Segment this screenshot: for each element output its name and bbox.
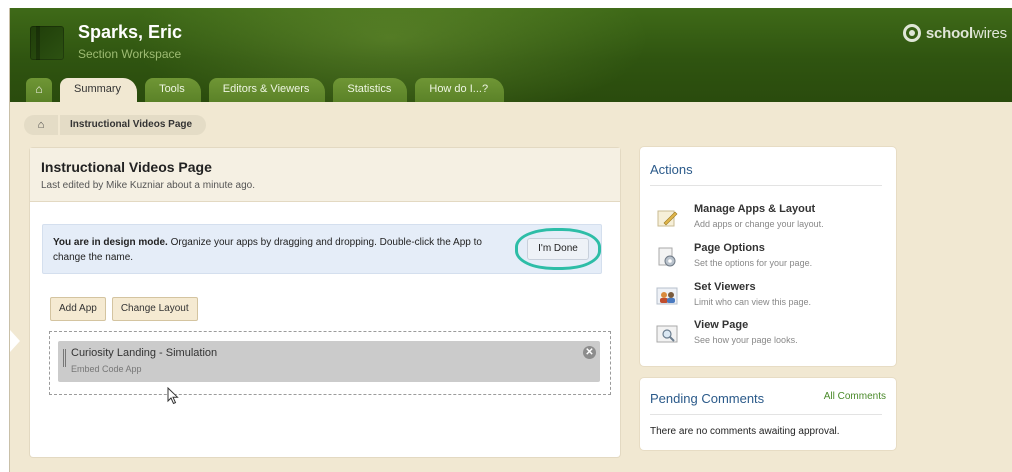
all-comments-link[interactable]: All Comments [824,391,886,402]
app-title: Curiosity Landing - Simulation [71,347,218,359]
pending-comments-title: Pending Comments [650,391,765,406]
site-name: Sparks, Eric [78,22,183,42]
action-manage-apps[interactable]: Manage Apps & Layout Add apps or change … [656,203,886,239]
divider [650,185,882,186]
action-title: Page Options [694,242,765,254]
app-frame: Sparks, Eric Section Workspace schoolwir… [9,8,1012,472]
left-panel-toggle[interactable] [10,330,20,352]
drag-handle-icon[interactable] [63,349,66,367]
change-layout-button[interactable]: Change Layout [111,297,198,321]
tab-editors-viewers[interactable]: Editors & Viewers [208,78,326,102]
home-icon: ⌂ [37,119,45,131]
app-button-row: Add App Change Layout [50,297,198,321]
design-mode-notice: You are in design mode. Organize your ap… [42,224,602,274]
app-type: Embed Code App [71,364,142,374]
breadcrumb-current[interactable]: Instructional Videos Page [60,115,207,135]
brand-text: schoolwires [926,25,1007,42]
app-item[interactable]: Curiosity Landing - Simulation Embed Cod… [58,341,600,382]
tab-bar: ⌂ Summary Tools Editors & Viewers Statis… [26,78,505,102]
action-title: Set Viewers [694,281,756,293]
action-page-options[interactable]: Page Options Set the options for your pa… [656,242,886,278]
no-comments-text: There are no comments awaiting approval. [650,426,840,437]
breadcrumb-home[interactable]: ⌂ [24,115,58,135]
action-title: Manage Apps & Layout [694,203,816,215]
tab-summary[interactable]: Summary [60,78,138,102]
action-desc: Limit who can view this page. [694,297,812,307]
highlight-ring [515,228,601,270]
people-icon [656,287,678,305]
action-set-viewers[interactable]: Set Viewers Limit who can view this page… [656,281,886,317]
main-panel-header: Instructional Videos Page Last edited by… [30,148,620,202]
magnifier-page-icon [656,325,678,343]
page-gear-icon [658,247,676,267]
action-desc: Add apps or change your layout. [694,219,824,229]
pending-comments-panel: Pending Comments All Comments There are … [640,378,896,450]
design-mode-bold: You are in design mode. [53,237,168,248]
brand-text-light: wires [972,24,1007,42]
action-desc: See how your page looks. [694,335,798,345]
brand-logo: schoolwires [902,24,1007,42]
actions-title: Actions [650,162,693,177]
page-title: Instructional Videos Page [41,159,212,175]
divider [650,414,882,415]
add-app-button[interactable]: Add App [50,297,106,321]
mouse-pointer-icon [167,387,179,405]
tab-tools[interactable]: Tools [145,78,201,102]
design-mode-text: You are in design mode. Organize your ap… [53,235,513,265]
brand-ring-icon [902,24,921,42]
app-drop-zone[interactable]: Curiosity Landing - Simulation Embed Cod… [49,331,611,395]
tab-statistics[interactable]: Statistics [333,78,408,102]
last-edited-text: Last edited by Mike Kuzniar about a minu… [41,180,256,191]
breadcrumb: ⌂ Instructional Videos Page [24,115,207,135]
actions-panel: Actions Manage Apps & Layout Add apps or… [640,147,896,366]
header: Sparks, Eric Section Workspace schoolwir… [10,8,1012,102]
main-panel: Instructional Videos Page Last edited by… [30,148,620,457]
action-desc: Set the options for your page. [694,258,813,268]
pencil-note-icon [657,210,678,227]
action-title: View Page [694,319,749,331]
site-subtitle: Section Workspace [78,47,182,61]
action-view-page[interactable]: View Page See how your page looks. [656,319,886,355]
close-icon[interactable]: ✕ [583,346,596,359]
tab-how-do-i[interactable]: How do I...? [415,78,505,102]
tab-home[interactable]: ⌂ [26,78,52,102]
brand-text-bold: school [925,24,973,42]
workspace-book-icon [30,26,64,60]
home-icon: ⌂ [35,82,43,96]
